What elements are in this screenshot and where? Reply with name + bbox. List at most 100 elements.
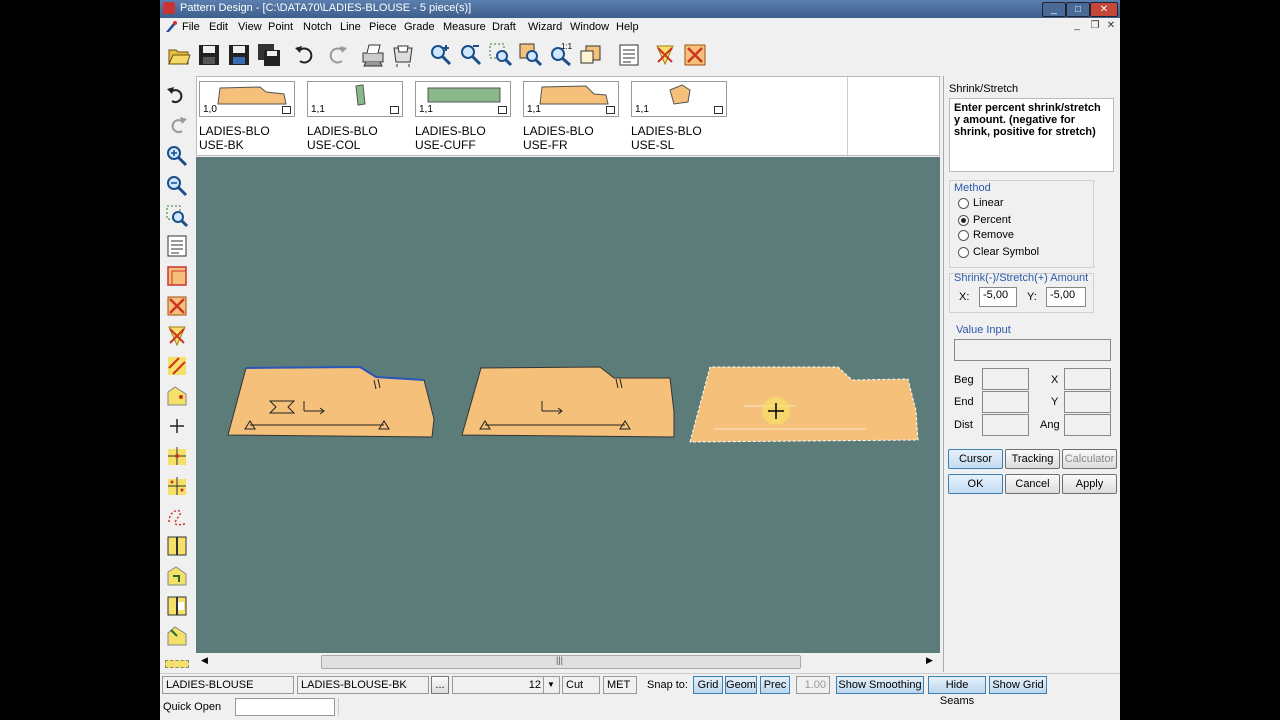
- move-point-icon[interactable]: [165, 444, 189, 468]
- point-add-icon[interactable]: [165, 384, 189, 408]
- save-icon[interactable]: [196, 42, 222, 68]
- menu-draft[interactable]: Draft: [492, 21, 516, 33]
- angle-field[interactable]: [1064, 414, 1111, 436]
- quick-open-input[interactable]: [235, 698, 335, 716]
- show-smoothing-button[interactable]: Show Smoothing: [836, 676, 924, 694]
- menu-piece[interactable]: Piece: [369, 21, 397, 33]
- plot-icon[interactable]: [390, 42, 416, 68]
- mdi-close-icon[interactable]: ✕: [1105, 20, 1117, 32]
- drawing-canvas[interactable]: [196, 157, 940, 653]
- piece-thumb-sl[interactable]: 1,1 LADIES-BLO USE-SL: [631, 79, 731, 153]
- tracking-button[interactable]: Tracking: [1005, 449, 1060, 469]
- precision-value[interactable]: 1.00: [796, 676, 830, 694]
- mdi-minimize-icon[interactable]: _: [1071, 20, 1083, 32]
- snap-prec-button[interactable]: Prec: [760, 676, 790, 694]
- menu-line[interactable]: Line: [340, 21, 361, 33]
- style-name-field[interactable]: LADIES-BLOUSE: [162, 676, 294, 694]
- cursor-button[interactable]: Cursor: [948, 449, 1003, 469]
- more-tools-icon[interactable]: [165, 660, 189, 668]
- piece-thumb-cuff[interactable]: 1,1 LADIES-BLO USE-CUFF: [415, 79, 515, 153]
- menu-measure[interactable]: Measure: [443, 21, 486, 33]
- snap-grid-button[interactable]: Grid: [693, 676, 723, 694]
- save-as-icon[interactable]: [226, 42, 252, 68]
- radio-linear[interactable]: [958, 198, 969, 209]
- maximize-button[interactable]: □: [1066, 2, 1090, 17]
- zoom-out-icon[interactable]: [165, 174, 189, 198]
- show-grid-button[interactable]: Show Grid: [989, 676, 1047, 694]
- zoom-actual-icon[interactable]: 1:1: [548, 42, 574, 68]
- x-amount-input[interactable]: -5,00: [979, 287, 1017, 307]
- seam-icon[interactable]: [165, 354, 189, 378]
- zoom-window-icon[interactable]: [165, 204, 189, 228]
- move-points-icon[interactable]: [165, 474, 189, 498]
- add-seam-icon[interactable]: [165, 624, 189, 648]
- menu-notch[interactable]: Notch: [303, 21, 332, 33]
- menu-grade[interactable]: Grade: [404, 21, 435, 33]
- x-coord-field[interactable]: [1064, 368, 1111, 390]
- y-coord-field[interactable]: [1064, 391, 1111, 413]
- clear-icon[interactable]: [652, 42, 678, 68]
- close-button[interactable]: ✕: [1090, 2, 1118, 17]
- scroll-right-icon[interactable]: ▶: [926, 655, 933, 666]
- zoom-window-icon[interactable]: [488, 42, 514, 68]
- document-icon[interactable]: [165, 234, 189, 258]
- menu-edit[interactable]: Edit: [209, 21, 228, 33]
- end-field[interactable]: [982, 391, 1029, 413]
- delete-icon[interactable]: [682, 42, 708, 68]
- pattern-piece-fr[interactable]: [461, 366, 675, 438]
- cut-field[interactable]: Cut: [562, 676, 600, 694]
- redo-icon[interactable]: [165, 114, 189, 138]
- piece-name-field[interactable]: LADIES-BLOUSE-BK: [297, 676, 429, 694]
- mdi-restore-icon[interactable]: ❐: [1089, 20, 1101, 32]
- y-amount-input[interactable]: -5,00: [1046, 287, 1086, 307]
- horizontal-scrollbar[interactable]: ◀ ||| ▶: [196, 653, 940, 671]
- menu-view[interactable]: View: [238, 21, 262, 33]
- pattern-piece-sl[interactable]: [689, 366, 919, 443]
- menu-help[interactable]: Help: [616, 21, 639, 33]
- curve-icon[interactable]: [165, 504, 189, 528]
- apply-button[interactable]: Apply: [1062, 474, 1117, 494]
- scroll-left-icon[interactable]: ◀: [201, 655, 208, 666]
- radio-clear-symbol[interactable]: [958, 247, 969, 258]
- zoom-in-icon[interactable]: [165, 144, 189, 168]
- menu-window[interactable]: Window: [570, 21, 609, 33]
- mirror-piece-icon[interactable]: [165, 594, 189, 618]
- split-piece-icon[interactable]: [165, 534, 189, 558]
- zoom-previous-icon[interactable]: [578, 42, 604, 68]
- menu-wizard[interactable]: Wizard: [528, 21, 562, 33]
- unit-field[interactable]: MET: [603, 676, 637, 694]
- minimize-button[interactable]: _: [1042, 2, 1066, 17]
- menu-file[interactable]: File: [182, 21, 200, 33]
- dropdown-arrow-icon[interactable]: ▼: [543, 677, 558, 693]
- snap-geom-button[interactable]: Geom: [725, 676, 757, 694]
- zoom-in-icon[interactable]: [428, 42, 454, 68]
- cancel-button[interactable]: Cancel: [1005, 474, 1060, 494]
- radio-percent[interactable]: [958, 215, 969, 226]
- clear-icon[interactable]: [165, 324, 189, 348]
- undo-icon[interactable]: [165, 84, 189, 108]
- redo-icon[interactable]: [324, 42, 350, 68]
- menu-point[interactable]: Point: [268, 21, 293, 33]
- browse-button[interactable]: ...: [431, 676, 449, 694]
- ok-button[interactable]: OK: [948, 474, 1003, 494]
- piece-info-icon[interactable]: [616, 42, 642, 68]
- piece-thumb-col[interactable]: 1,1 LADIES-BLO USE-COL: [307, 79, 407, 153]
- zoom-extents-icon[interactable]: [518, 42, 544, 68]
- piece-layers-icon[interactable]: [165, 264, 189, 288]
- dist-field[interactable]: [982, 414, 1029, 436]
- undo-icon[interactable]: [292, 42, 318, 68]
- value-input-field[interactable]: [954, 339, 1111, 361]
- hide-seams-button[interactable]: Hide Seams: [928, 676, 986, 707]
- size-select[interactable]: 12 ▼: [452, 676, 560, 694]
- radio-remove[interactable]: [958, 230, 969, 241]
- crosshair-icon[interactable]: [165, 414, 189, 438]
- print-icon[interactable]: [360, 42, 386, 68]
- beg-field[interactable]: [982, 368, 1029, 390]
- piece-thumb-fr[interactable]: 1,1 LADIES-BLO USE-FR: [523, 79, 623, 153]
- rotate-piece-icon[interactable]: [165, 564, 189, 588]
- zoom-out-icon[interactable]: [458, 42, 484, 68]
- delete-piece-icon[interactable]: [165, 294, 189, 318]
- save-all-icon[interactable]: [256, 42, 282, 68]
- piece-thumb-bk[interactable]: 1,0 LADIES-BLO USE-BK: [199, 79, 299, 153]
- pattern-piece-bk[interactable]: [227, 365, 435, 438]
